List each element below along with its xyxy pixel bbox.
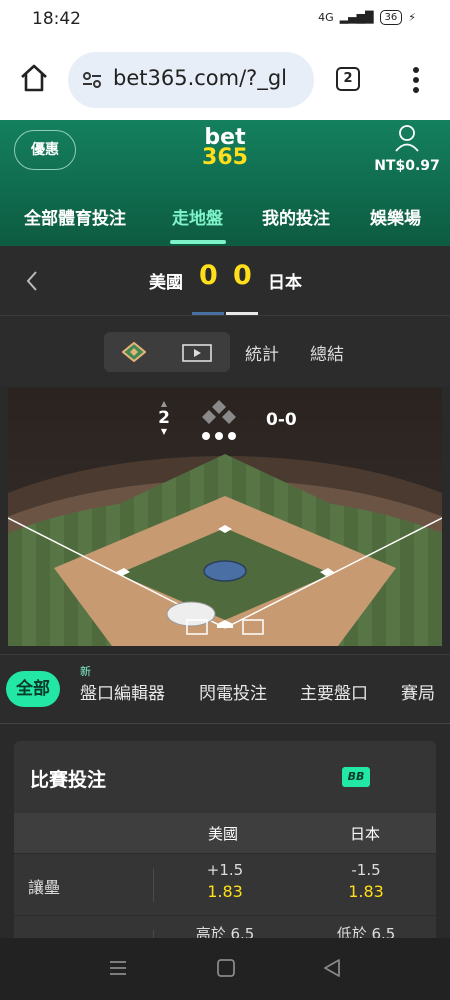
nav-active-indicator	[170, 240, 226, 244]
away-team-name: 日本	[268, 273, 302, 293]
table-row: 讓壘 +1.5 1.83 -1.5 1.83	[14, 853, 436, 915]
tab-switcher-button[interactable]: 2	[336, 67, 360, 91]
nav-all-sports[interactable]: 全部體育投注	[24, 204, 126, 229]
site-header: 優惠 bet 365 NT$0.97 全部體育投注 走地盤 我的投注 娛樂場	[0, 120, 450, 246]
account-balance: NT$0.97	[374, 158, 440, 174]
table-row: 高於 6.5 低於 6.5	[14, 915, 436, 938]
away-team-color-bar	[226, 312, 258, 315]
logo-bottom: 365	[202, 145, 248, 170]
odds-price: 1.83	[348, 882, 384, 901]
market-tab-bet-builder[interactable]: 盤口編輯器	[80, 679, 165, 704]
back-nav-icon[interactable]	[322, 958, 342, 978]
main-nav: 全部體育投注 走地盤 我的投注 娛樂場	[0, 200, 450, 246]
column-headers: 美國 日本	[14, 813, 436, 853]
odds-price: 1.83	[207, 882, 243, 901]
market-tab-flash-bets[interactable]: 閃電投注	[199, 679, 267, 704]
column-home: 美國	[208, 825, 239, 843]
market-tab-innings[interactable]: 賽局	[401, 679, 435, 704]
bases-occupancy-icon	[202, 400, 236, 440]
total-line: 高於 6.5	[195, 925, 255, 938]
promotions-button[interactable]: 優惠	[14, 130, 76, 170]
ball-strike-count: 0-0	[266, 410, 297, 430]
account-button[interactable]: NT$0.97	[372, 124, 442, 174]
market-label: 讓壘	[28, 878, 61, 897]
tab-summary[interactable]: 總結	[310, 340, 344, 365]
outs-value: 2	[158, 408, 170, 428]
handicap-line: -1.5	[351, 861, 381, 879]
battery-icon: 36	[379, 10, 403, 25]
browser-toolbar: bet365.com/?_gl 2	[0, 40, 450, 120]
handicap-line: +1.5	[206, 861, 244, 879]
nav-casino[interactable]: 娛樂場	[370, 204, 421, 229]
home-score: 0	[199, 260, 218, 291]
home-team-color-bar	[192, 312, 224, 315]
charging-icon: ⚡	[408, 11, 416, 24]
away-score: 0	[233, 260, 252, 291]
market-tab-main[interactable]: 主要盤口	[300, 679, 368, 704]
status-icons: 4G ▂▄▆█ 36 ⚡	[318, 10, 416, 25]
market-tab-all[interactable]: 全部	[6, 671, 60, 707]
odds-button-away[interactable]: -1.5 1.83	[311, 854, 421, 901]
site-settings-icon[interactable]	[82, 70, 102, 90]
match-header: 美國 0 0 日本	[0, 246, 450, 316]
total-line: 低於 6.5	[336, 925, 396, 938]
more-menu-icon[interactable]	[408, 66, 424, 94]
tab-stats[interactable]: 統計	[245, 340, 279, 365]
video-view-icon[interactable]	[182, 344, 212, 362]
baseball-field: ▲ 2 ▼ 0-0	[8, 388, 442, 646]
nav-in-play[interactable]: 走地盤	[172, 204, 223, 229]
status-time: 18:42	[32, 9, 81, 29]
user-icon	[395, 125, 419, 152]
odds-button-under[interactable]: 低於 6.5	[311, 916, 421, 938]
outs-up-arrow-icon: ▲	[160, 399, 168, 408]
address-bar[interactable]: bet365.com/?_gl	[68, 52, 314, 108]
pitch-view-icon[interactable]	[122, 342, 146, 362]
home-nav-icon[interactable]	[216, 958, 236, 978]
recents-icon[interactable]	[108, 958, 128, 978]
card-title[interactable]: 比賽投注	[30, 765, 106, 792]
network-label: 4G	[318, 11, 334, 24]
status-bar: 18:42 4G ▂▄▆█ 36 ⚡	[0, 0, 450, 40]
bet365-logo[interactable]: bet 365	[197, 127, 253, 170]
outs-down-arrow-icon: ▼	[160, 427, 168, 436]
match-betting-card: 比賽投注 BB 美國 日本 讓壘 +1.5 1.83 -1.5 1.83 高於 …	[14, 741, 436, 938]
row-divider	[153, 930, 154, 938]
bet-builder-badge[interactable]: BB	[342, 767, 370, 787]
url-text: bet365.com/?_gl	[113, 66, 287, 90]
view-bar: 統計 總結	[0, 316, 450, 386]
odds-button-over[interactable]: 高於 6.5	[170, 916, 280, 938]
signal-icon: ▂▄▆█	[339, 11, 374, 24]
odds-button-home[interactable]: +1.5 1.83	[170, 854, 280, 901]
row-divider	[153, 868, 154, 902]
nav-my-bets[interactable]: 我的投注	[262, 204, 330, 229]
view-toggle	[104, 332, 230, 372]
home-team-name: 美國	[149, 273, 183, 293]
system-nav-bar	[0, 938, 450, 1000]
new-badge: 新	[80, 665, 91, 678]
outs-indicator: ▲ 2 ▼	[154, 400, 174, 436]
market-tabs: 全部 新 盤口編輯器 閃電投注 主要盤口 賽局	[0, 654, 450, 724]
home-icon[interactable]	[18, 62, 50, 94]
back-chevron-icon[interactable]	[22, 268, 42, 294]
markets-content: 比賽投注 BB 美國 日本 讓壘 +1.5 1.83 -1.5 1.83 高於 …	[0, 724, 450, 938]
column-away: 日本	[350, 825, 381, 843]
